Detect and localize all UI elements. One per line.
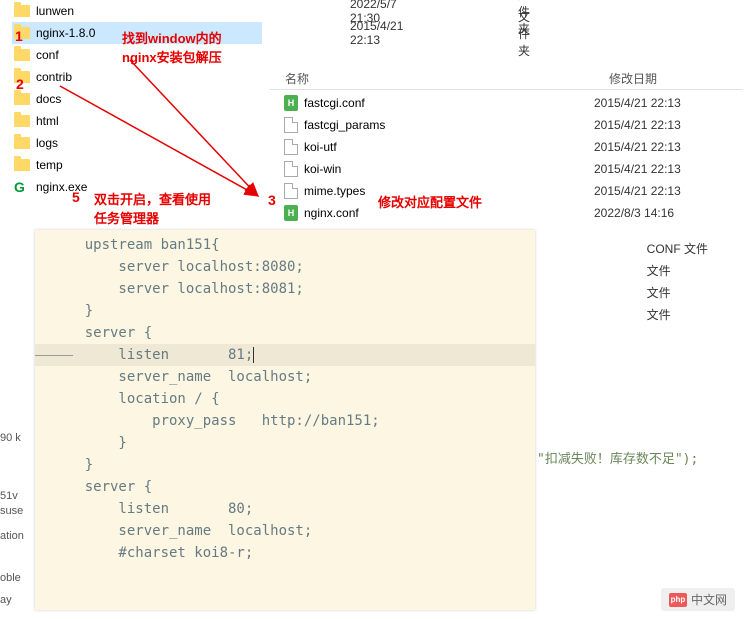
annotation-1: 1	[15, 28, 23, 44]
file-name: koi-utf	[304, 140, 337, 154]
annotation-3: 3	[268, 192, 276, 208]
file-icon	[284, 139, 298, 155]
annotation-2: 2	[16, 76, 24, 92]
exe-icon	[14, 179, 30, 195]
file-row[interactable]: docs	[12, 88, 262, 110]
code-line: server {	[35, 476, 535, 498]
code-line: location / {	[35, 388, 535, 410]
folder-icon	[14, 49, 30, 61]
file-date: 2015/4/21 22:13	[594, 96, 681, 110]
file-name: temp	[36, 158, 63, 172]
file-row[interactable]: contrib	[12, 66, 262, 88]
annotation-5-text: 双击开启，查看使用 任务管理器	[94, 189, 211, 227]
file-type: 文件夹	[518, 8, 530, 59]
annotation-3-text: 修改对应配置文件	[378, 192, 482, 211]
code-line: }	[35, 432, 535, 454]
file-type-label: CONF 文件	[647, 238, 708, 260]
file-row[interactable]: mime.types 2015/4/21 22:13	[270, 180, 743, 202]
file-type-label: 文件	[647, 304, 708, 326]
edge-label: 51v	[0, 490, 18, 502]
code-line: listen 80;	[35, 498, 535, 520]
code-line: server {	[35, 322, 535, 344]
file-row[interactable]: logs	[12, 132, 262, 154]
file-date: 2015/4/21 22:13	[594, 140, 681, 154]
file-row[interactable]: lunwen2022/5/7 21:30文件夹	[12, 0, 262, 22]
file-row[interactable]: koi-win 2015/4/21 22:13	[270, 158, 743, 180]
watermark-text: 中文网	[691, 591, 727, 608]
code-line: server_name localhost;	[35, 520, 535, 542]
watermark: php 中文网	[661, 588, 735, 611]
code-line: server localhost:8081;	[35, 278, 535, 300]
file-name: logs	[36, 136, 58, 150]
file-row[interactable]: Hfastcgi.conf 2015/4/21 22:13	[270, 92, 743, 114]
annotation-1-text: 找到window内的 nginx安装包解压	[122, 28, 222, 66]
file-name: fastcgi.conf	[304, 96, 365, 110]
code-line: upstream ban151{	[35, 234, 535, 256]
folder-icon	[14, 137, 30, 149]
conf-file-icon: H	[284, 95, 298, 111]
edge-label: suse	[0, 505, 23, 517]
edge-label: ay	[0, 594, 12, 606]
code-line: server_name localhost;	[35, 366, 535, 388]
file-date: 2015/4/21 22:13	[594, 162, 681, 176]
file-icon	[284, 183, 298, 199]
code-line: server localhost:8080;	[35, 256, 535, 278]
edge-label: oble	[0, 572, 21, 584]
column-date[interactable]: 修改日期	[609, 70, 743, 87]
file-icon	[284, 161, 298, 177]
file-date: 2015/4/21 22:13	[594, 184, 681, 198]
file-date: 2022/8/3 14:16	[594, 206, 674, 220]
annotation-5: 5	[72, 189, 80, 205]
file-name: conf	[36, 48, 59, 62]
file-row[interactable]: fastcgi_params 2015/4/21 22:13	[270, 114, 743, 136]
folder-icon	[14, 5, 30, 17]
code-line: proxy_pass http://ban151;	[35, 410, 535, 432]
code-line: listen 81;	[35, 344, 535, 366]
folder-icon	[14, 115, 30, 127]
conf-file-icon: H	[284, 205, 298, 221]
php-logo-icon: php	[669, 593, 687, 607]
edge-label: 90 k	[0, 432, 21, 444]
file-type-label: 文件	[647, 282, 708, 304]
edge-label: ation	[0, 530, 24, 542]
file-name: mime.types	[304, 184, 365, 198]
code-editor[interactable]: upstream ban151{ server localhost:8080; …	[35, 230, 535, 610]
column-name[interactable]: 名称	[285, 70, 609, 87]
file-name: koi-win	[304, 162, 341, 176]
bg-code-snippet: "扣减失败！库存数不足");	[537, 448, 698, 467]
file-name: nginx-1.8.0	[36, 26, 95, 40]
file-name: lunwen	[36, 4, 74, 18]
code-line: #charset koi8-r;	[35, 542, 535, 564]
file-name: nginx.conf	[304, 206, 359, 220]
file-name: docs	[36, 92, 61, 106]
code-line: }	[35, 300, 535, 322]
folder-icon	[14, 159, 30, 171]
file-row[interactable]: html	[12, 110, 262, 132]
file-name: html	[36, 114, 59, 128]
code-line: }	[35, 454, 535, 476]
file-name: fastcgi_params	[304, 118, 385, 132]
file-date: 2015/4/21 22:13	[594, 118, 681, 132]
file-icon	[284, 117, 298, 133]
file-row[interactable]: temp	[12, 154, 262, 176]
folder-icon	[14, 93, 30, 105]
file-name: contrib	[36, 70, 72, 84]
file-type-label: 文件	[647, 260, 708, 282]
file-row[interactable]: koi-utf 2015/4/21 22:13	[270, 136, 743, 158]
file-row[interactable]: Hnginx.conf 2022/8/3 14:16	[270, 202, 743, 224]
file-date: 2015/4/21 22:13	[350, 19, 403, 47]
